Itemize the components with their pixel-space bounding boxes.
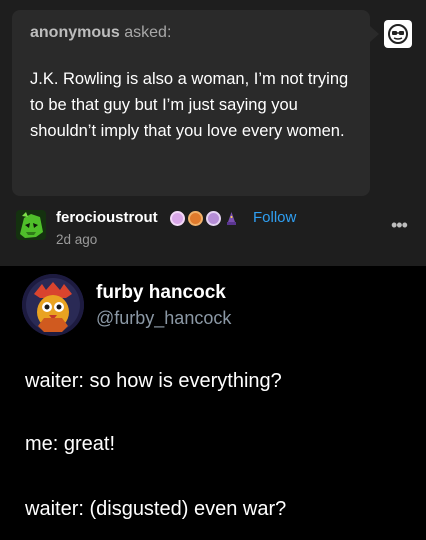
reblogger-avatar[interactable]	[16, 210, 46, 240]
more-options-icon[interactable]: •••	[391, 216, 408, 234]
reblogger-username[interactable]: ferocioustrout	[56, 209, 158, 226]
badge-icon[interactable]	[170, 210, 185, 226]
badge-row	[170, 209, 239, 227]
tweet-display-name: furby hancock	[96, 282, 226, 303]
ask-bubble: anonymous asked: J.K. Rowling is also a …	[12, 10, 379, 196]
anonymous-avatar-icon	[384, 20, 412, 48]
tweet-handle: @furby_hancock	[96, 308, 232, 328]
tweet-text-line: waiter: so how is everything?	[25, 370, 282, 392]
question-text: J.K. Rowling is also a woman, I’m not tr…	[30, 70, 349, 140]
asked-label: asked:	[124, 24, 172, 41]
post-timestamp: 2d ago	[56, 232, 98, 247]
badge-icon[interactable]	[188, 210, 203, 226]
asker-name[interactable]: anonymous	[30, 24, 120, 41]
badge-icon[interactable]	[206, 210, 221, 226]
wizard-badge-icon[interactable]	[224, 211, 239, 226]
ask-section: anonymous asked: J.K. Rowling is also a …	[0, 0, 426, 200]
tweet-author-avatar	[22, 274, 84, 336]
tweet-text-line: me: great!	[25, 433, 116, 455]
asker-line: anonymous asked:	[30, 24, 171, 42]
tweet-screenshot: furby hancock @furby_hancock waiter: so …	[0, 266, 426, 540]
tweet-text-line: waiter: (disgusted) even war?	[25, 498, 287, 520]
reblog-header: ferocioustrout Follow 2d ago •••	[0, 200, 426, 266]
follow-button[interactable]: Follow	[253, 209, 296, 226]
